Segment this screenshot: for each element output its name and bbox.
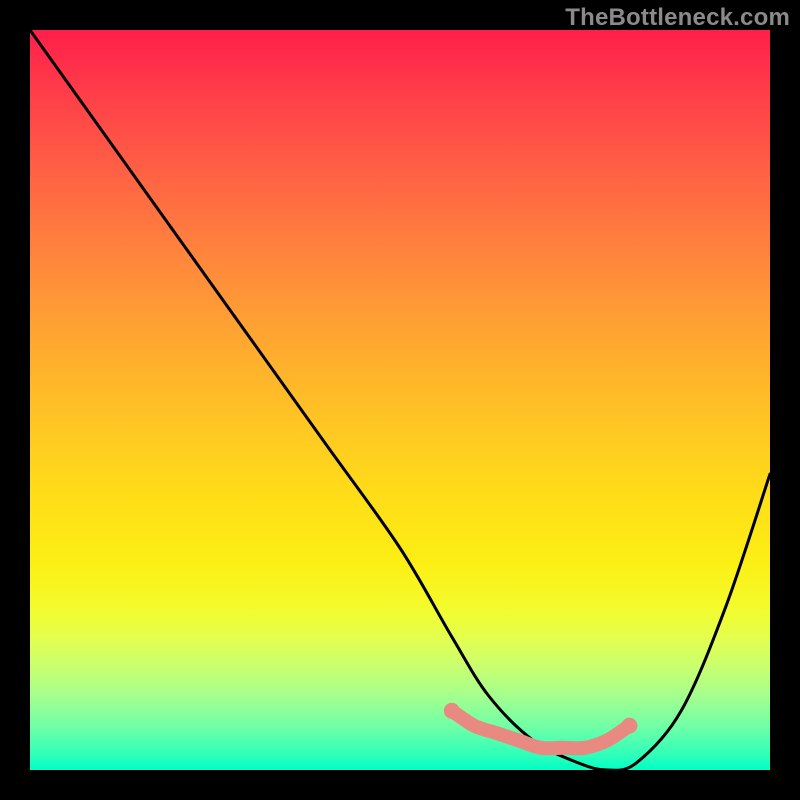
highlight-end-dot bbox=[621, 718, 637, 734]
watermark-text: TheBottleneck.com bbox=[565, 4, 790, 32]
chart-frame: TheBottleneck.com bbox=[0, 0, 800, 800]
highlight-end-dot bbox=[444, 703, 460, 719]
optimal-range-path bbox=[452, 711, 630, 749]
plot-area bbox=[30, 30, 770, 770]
curve-layer bbox=[30, 30, 770, 770]
bottleneck-curve-path bbox=[30, 30, 770, 770]
